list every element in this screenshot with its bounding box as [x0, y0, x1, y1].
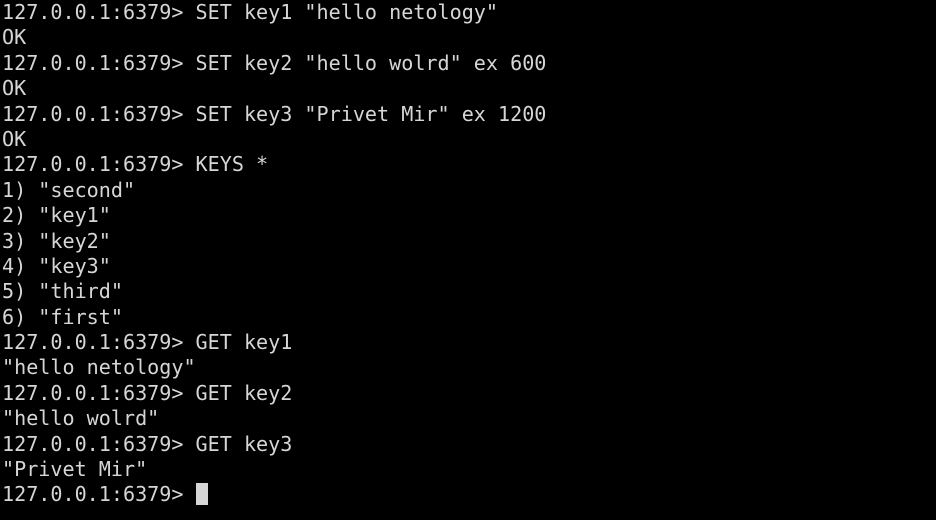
command-line: 127.0.0.1:6379> SET key3 "Privet Mir" ex…	[2, 101, 547, 126]
output-line: OK	[2, 25, 27, 50]
command-line: 127.0.0.1:6379> GET key1	[2, 330, 293, 355]
command-line: 127.0.0.1:6379> KEYS *	[2, 152, 269, 177]
command-line: 127.0.0.1:6379> SET key1 "hello netology…	[2, 0, 498, 24]
text-cursor[interactable]	[195, 483, 208, 506]
output-line: 2) "key1"	[2, 203, 111, 228]
output-line: OK	[2, 126, 27, 151]
output-line: 6) "first"	[2, 304, 123, 329]
output-line: 3) "key2"	[2, 228, 111, 253]
output-line: "hello netology"	[2, 355, 196, 380]
output-line: 1) "second"	[2, 177, 136, 202]
command-line: 127.0.0.1:6379> GET key3	[2, 431, 293, 456]
prompt: 127.0.0.1:6379>	[2, 482, 196, 507]
output-line: OK	[2, 76, 27, 101]
output-line: "hello wolrd"	[2, 406, 160, 431]
output-line: "Privet Mir"	[2, 457, 148, 482]
active-prompt-line[interactable]: 127.0.0.1:6379>	[2, 482, 936, 507]
terminal-window[interactable]: 127.0.0.1:6379> SET key1 "hello netology…	[0, 0, 936, 520]
command-line: 127.0.0.1:6379> SET key2 "hello wolrd" e…	[2, 50, 547, 75]
output-line: 5) "third"	[2, 279, 123, 304]
output-line: 4) "key3"	[2, 253, 111, 278]
command-line: 127.0.0.1:6379> GET key2	[2, 380, 293, 405]
